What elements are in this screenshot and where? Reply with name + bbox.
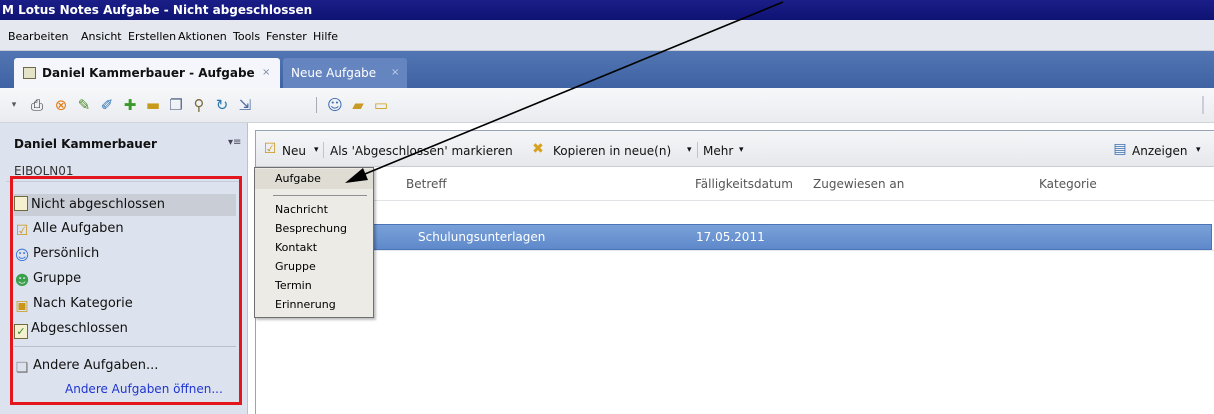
pen-icon[interactable]: ✎ (75, 96, 93, 114)
window-icon[interactable]: ▭ (372, 96, 390, 114)
menu-bearbeiten[interactable]: Bearbeiten (8, 30, 68, 43)
mark-completed-button[interactable]: Als 'Abgeschlossen' markieren (330, 144, 513, 158)
remove-icon[interactable]: ▬ (144, 96, 162, 114)
menu-item-nachricht[interactable]: Nachricht (255, 200, 373, 220)
close-icon[interactable]: × (391, 58, 399, 88)
tab-neue-aufgabe[interactable]: Neue Aufgabe × (283, 58, 407, 88)
row-due-date: 17.05.2011 (696, 230, 765, 244)
users-icon[interactable]: ☺ (326, 96, 344, 114)
move-icon[interactable]: ⇲ (236, 96, 254, 114)
pen-edit-icon[interactable]: ✐ (98, 96, 116, 114)
toolbar-grip (1202, 96, 1204, 114)
column-category[interactable]: Kategorie (1039, 177, 1097, 191)
column-assigned[interactable]: Zugewiesen an (813, 177, 904, 191)
chevron-down-icon[interactable]: ▾ (687, 145, 692, 155)
stop-icon[interactable]: ⊗ (52, 96, 70, 114)
sidebar-owner: Daniel Kammerbauer (14, 137, 157, 151)
folder-icon[interactable]: ▰ (349, 96, 367, 114)
menu-tools[interactable]: Tools (233, 30, 260, 43)
menu-item-besprechung[interactable]: Besprechung (255, 219, 373, 239)
menu-aktionen[interactable]: Aktionen (178, 30, 227, 43)
column-subject[interactable]: Betreff (406, 177, 447, 191)
column-due-date[interactable]: Fälligkeitsdatum (695, 177, 793, 191)
tab-label: Neue Aufgabe (291, 66, 377, 80)
menu-item-termin[interactable]: Termin (255, 276, 373, 296)
menu-ansicht[interactable]: Ansicht (81, 30, 122, 43)
column-header: Betreff Fälligkeitsdatum Zugewiesen an K… (256, 167, 1214, 201)
find-icon[interactable]: ⚲ (190, 96, 208, 114)
menu-bar: Bearbeiten Ansicht Erstellen Aktionen To… (0, 20, 1214, 51)
menu-separator (273, 195, 367, 196)
chevron-down-icon[interactable]: ▾ (1196, 145, 1201, 155)
refresh-icon[interactable]: ↻ (213, 96, 231, 114)
sidebar-menu-icon[interactable]: ▾≡ (228, 137, 241, 148)
menu-item-aufgabe[interactable]: Aufgabe (255, 169, 373, 189)
chevron-down-icon[interactable]: ▾ (314, 145, 319, 155)
tab-label: Daniel Kammerbauer - Aufgabe (42, 66, 255, 80)
new-task-icon[interactable]: ☑ (262, 141, 278, 157)
new-button[interactable]: Neu (282, 144, 306, 158)
toolbar: ▾ ⎙ ⊗ ✎ ✐ ✚ ▬ ❐ ⚲ ↻ ⇲ ☺ ▰ ▭ (0, 88, 1214, 123)
menu-hilfe[interactable]: Hilfe (313, 30, 338, 43)
dropdown-icon[interactable]: ▾ (10, 96, 18, 114)
print-icon[interactable]: ⎙ (28, 96, 46, 114)
divider (256, 250, 1214, 251)
table-row[interactable]: Schulungsunterlagen 17.05.2011 (256, 224, 1212, 250)
menu-item-erinnerung[interactable]: Erinnerung (255, 295, 373, 315)
add-icon[interactable]: ✚ (121, 96, 139, 114)
chevron-down-icon[interactable]: ▾ (739, 145, 744, 155)
new-dropdown-menu: Aufgabe Nachricht Besprechung Kontakt Gr… (254, 167, 374, 318)
menu-erstellen[interactable]: Erstellen (128, 30, 176, 43)
cross-icon[interactable]: ✖ (530, 141, 546, 157)
tab-daniel-aufgabe[interactable]: Daniel Kammerbauer - Aufgabe × (14, 58, 280, 88)
close-icon[interactable]: × (262, 58, 270, 88)
separator (323, 142, 324, 158)
separator (697, 142, 698, 158)
menu-fenster[interactable]: Fenster (266, 30, 307, 43)
menu-item-kontakt[interactable]: Kontakt (255, 238, 373, 258)
display-icon[interactable]: ▤ (1112, 141, 1128, 157)
copy-icon[interactable]: ❐ (167, 96, 185, 114)
task-doc-icon (23, 67, 36, 79)
action-bar: ☑ Neu ▾ Als 'Abgeschlossen' markieren ✖ … (256, 131, 1214, 167)
menu-item-gruppe[interactable]: Gruppe (255, 257, 373, 277)
row-subject: Schulungsunterlagen (418, 230, 546, 244)
copy-to-new-button[interactable]: Kopieren in neue(n) (553, 144, 671, 158)
window-title: M Lotus Notes Aufgabe - Nicht abgeschlos… (0, 0, 1214, 20)
toolbar-separator (316, 97, 317, 113)
display-button[interactable]: Anzeigen (1132, 144, 1187, 158)
more-button[interactable]: Mehr (703, 144, 733, 158)
highlight-box (10, 176, 242, 405)
tab-bar: Daniel Kammerbauer - Aufgabe × Neue Aufg… (0, 51, 1214, 88)
